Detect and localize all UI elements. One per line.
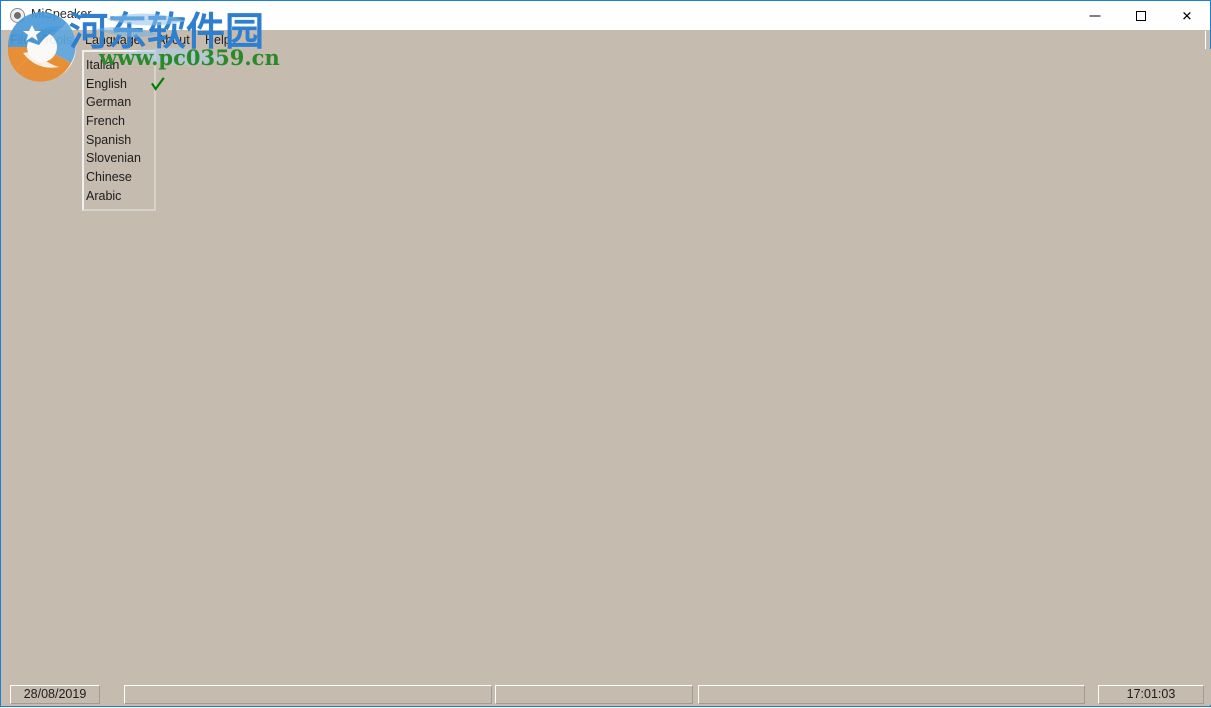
- status-panel-3: [495, 685, 693, 704]
- status-panel-date: 28/08/2019: [10, 685, 100, 704]
- language-option-arabic[interactable]: Arabic: [84, 187, 154, 206]
- menu-item-language[interactable]: Language: [77, 31, 149, 49]
- application-window: MiSpeaker ✕ File Tools Language About He…: [0, 0, 1211, 707]
- menu-item-help[interactable]: Help: [197, 31, 239, 49]
- language-option-label: English: [86, 76, 127, 91]
- status-panel-2: [124, 685, 492, 704]
- language-option-label: French: [86, 114, 125, 129]
- status-bar: 28/08/2019 17:01:03: [2, 684, 1211, 705]
- language-option-label: Slovenian: [86, 151, 141, 166]
- checkmark-icon: [151, 76, 165, 91]
- menu-item-tools[interactable]: Tools: [35, 31, 80, 49]
- title-bar: MiSpeaker ✕: [1, 1, 1210, 30]
- maximize-button[interactable]: [1118, 1, 1164, 30]
- language-option-english[interactable]: English: [84, 75, 165, 94]
- language-option-french[interactable]: French: [84, 112, 154, 131]
- language-option-spanish[interactable]: Spanish: [84, 131, 154, 150]
- language-option-label: Spanish: [86, 132, 132, 147]
- maximize-icon: [1136, 10, 1146, 21]
- app-circle-icon: [10, 8, 25, 23]
- language-option-label: Italian: [86, 58, 120, 72]
- menu-item-file[interactable]: File: [2, 31, 38, 49]
- language-option-slovenian[interactable]: Slovenian: [84, 149, 154, 168]
- minimize-icon: [1089, 15, 1101, 16]
- close-icon: ✕: [1181, 8, 1193, 23]
- language-option-chinese[interactable]: Chinese: [84, 168, 154, 187]
- status-panel-time: 17:01:03: [1098, 685, 1204, 704]
- language-option-label: Arabic: [86, 188, 122, 203]
- language-option-italian[interactable]: Italian: [84, 56, 154, 75]
- minimize-button[interactable]: [1072, 1, 1118, 30]
- language-option-german[interactable]: German: [84, 93, 154, 112]
- menu-item-about[interactable]: About: [149, 31, 198, 49]
- status-panel-4: [698, 685, 1085, 704]
- client-area: [2, 49, 1211, 686]
- language-option-label: Chinese: [86, 170, 132, 185]
- menu-bar: File Tools Language About Help: [2, 31, 1206, 49]
- language-dropdown-menu: Italian English German French Spanish Sl…: [82, 50, 165, 211]
- window-title: MiSpeaker: [31, 7, 92, 21]
- close-button[interactable]: ✕: [1164, 1, 1210, 30]
- language-option-label: German: [86, 95, 132, 110]
